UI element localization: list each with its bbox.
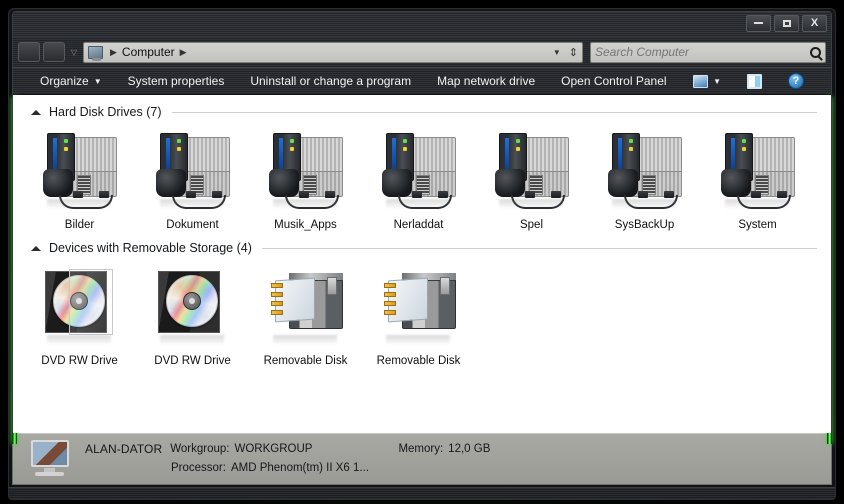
details-line-2: Processor: AMD Phenom(tm) II X6 1... <box>85 459 490 478</box>
uninstall-program-button[interactable]: Uninstall or change a program <box>237 74 424 88</box>
drive-label: SysBackUp <box>614 219 675 231</box>
drive-row-removable: DVD RW Drive DVD RW Drive Removable Disk… <box>13 259 831 367</box>
collapse-triangle-icon[interactable] <box>31 109 41 115</box>
group-header-hard-disk-drives[interactable]: Hard Disk Drives (7) <box>13 95 831 123</box>
drive-item-dvd-rw-2[interactable]: DVD RW Drive <box>136 259 249 367</box>
search-input[interactable] <box>595 45 807 59</box>
search-box[interactable] <box>590 41 826 63</box>
drive-label: Removable Disk <box>376 355 461 367</box>
computer-monitor-icon <box>29 440 71 478</box>
desktop-background: X ▽ ▶ Computer ▶ ▼ ⇕ Search Computer Org… <box>0 0 844 504</box>
drive-item-sysbackup[interactable]: SysBackUp <box>588 123 701 231</box>
title-bar[interactable]: X <box>12 11 832 37</box>
preview-pane-button[interactable] <box>734 73 775 89</box>
hard-drive-icon <box>717 129 799 213</box>
map-network-drive-button[interactable]: Map network drive <box>424 74 548 88</box>
open-control-panel-button[interactable]: Open Control Panel <box>548 74 679 88</box>
chevron-down-icon[interactable]: ▼ <box>713 77 721 86</box>
search-icon[interactable] <box>810 46 821 58</box>
file-list-pane[interactable]: Hard Disk Drives (7) Bilder Dokument Mus… <box>12 95 832 433</box>
hard-drive-icon <box>604 129 686 213</box>
details-text: ALAN-DATOR Workgroup: WORKGROUP Memory: … <box>85 440 490 478</box>
memory-label: Memory: <box>398 443 444 455</box>
breadcrumb-separator-0: ▶ <box>110 46 117 57</box>
preview-pane-icon[interactable] <box>747 73 762 89</box>
back-button[interactable] <box>18 42 40 62</box>
drive-label: System <box>738 219 777 231</box>
drive-label: Nerladdat <box>393 219 444 231</box>
collapse-triangle-icon[interactable] <box>31 245 41 251</box>
minimize-button[interactable] <box>746 15 771 32</box>
forward-button[interactable] <box>43 42 65 62</box>
drive-label: Spel <box>519 219 544 231</box>
drive-item-bilder[interactable]: Bilder <box>23 123 136 231</box>
organize-menu-button[interactable]: Organize ▼ <box>27 74 115 88</box>
memory-value: 12,0 GB <box>448 443 491 455</box>
breadcrumb-dropdown-icon[interactable]: ▼ <box>553 48 561 57</box>
maximize-icon <box>782 19 791 27</box>
hard-drive-icon <box>39 129 121 213</box>
drive-item-nerladdat[interactable]: Nerladdat <box>362 123 475 231</box>
change-view-button[interactable]: ▼ <box>680 74 734 88</box>
drive-item-removable-disk-2[interactable]: Removable Disk <box>362 259 475 367</box>
window-bottom-chrome <box>9 487 835 499</box>
maximize-button[interactable] <box>774 15 799 32</box>
organize-label: Organize <box>40 74 89 88</box>
drive-item-removable-disk-1[interactable]: Removable Disk <box>249 259 362 367</box>
hard-drive-icon <box>491 129 573 213</box>
details-pane: ALAN-DATOR Workgroup: WORKGROUP Memory: … <box>12 433 832 485</box>
workgroup-label: Workgroup: <box>170 443 230 455</box>
group-title: Hard Disk Drives (7) <box>49 105 162 119</box>
group-title: Devices with Removable Storage (4) <box>49 241 252 255</box>
drive-row-hard-disks: Bilder Dokument Musik_Apps Nerladdat Spe… <box>13 123 831 231</box>
drive-item-system[interactable]: System <box>701 123 814 231</box>
details-line-1: ALAN-DATOR Workgroup: WORKGROUP Memory: … <box>85 440 490 459</box>
command-toolbar: Organize ▼ System properties Uninstall o… <box>12 67 832 95</box>
help-icon[interactable]: ? <box>788 73 804 89</box>
drive-label: Dokument <box>166 219 219 231</box>
explorer-window: X ▽ ▶ Computer ▶ ▼ ⇕ Search Computer Org… <box>8 8 836 500</box>
window-controls: X <box>746 15 827 32</box>
drive-item-spel[interactable]: Spel <box>475 123 588 231</box>
drive-item-musik-apps[interactable]: Musik_Apps <box>249 123 362 231</box>
drive-label: DVD RW Drive <box>154 355 231 367</box>
group-divider <box>171 111 817 113</box>
hard-drive-icon <box>152 129 234 213</box>
processor-label: Processor: <box>171 462 226 474</box>
breadcrumb-separator-1[interactable]: ▶ <box>176 47 191 58</box>
system-properties-button[interactable]: System properties <box>115 74 238 88</box>
views-icon[interactable] <box>693 74 709 88</box>
dvd-drive-icon <box>39 265 121 349</box>
group-divider <box>261 247 817 249</box>
group-header-removable-storage[interactable]: Devices with Removable Storage (4) <box>13 231 831 259</box>
computer-icon <box>88 45 103 61</box>
processor-value: AMD Phenom(tm) II X6 1... <box>230 462 370 474</box>
removable-disk-icon <box>265 265 347 349</box>
hard-drive-icon <box>265 129 347 213</box>
close-icon: X <box>810 17 819 29</box>
dvd-drive-icon <box>152 265 234 349</box>
drive-item-dvd-rw-1[interactable]: DVD RW Drive <box>23 259 136 367</box>
drive-item-dokument[interactable]: Dokument <box>136 123 249 231</box>
drive-label: Bilder <box>64 219 95 231</box>
computer-name-value: ALAN-DATOR <box>85 442 163 456</box>
close-button[interactable]: X <box>802 15 827 32</box>
drive-label: Musik_Apps <box>274 219 337 231</box>
history-dropdown-icon[interactable]: ▽ <box>68 48 80 57</box>
help-button[interactable]: ? <box>775 73 817 89</box>
drive-label: Removable Disk <box>263 355 348 367</box>
breadcrumb-actions: ▼ ⇕ <box>553 46 578 59</box>
address-bar-row: ▽ ▶ Computer ▶ ▼ ⇕ <box>12 37 832 67</box>
breadcrumb-item-computer[interactable]: Computer <box>121 45 176 59</box>
drive-label: DVD RW Drive <box>41 355 118 367</box>
workgroup-value: WORKGROUP <box>234 443 313 455</box>
hard-drive-icon <box>378 129 460 213</box>
refresh-icon[interactable]: ⇕ <box>569 46 578 59</box>
minimize-icon <box>754 22 763 25</box>
removable-disk-icon <box>378 265 460 349</box>
breadcrumb-bar[interactable]: ▶ Computer ▶ ▼ ⇕ <box>83 41 583 63</box>
chevron-down-icon: ▼ <box>93 76 102 86</box>
